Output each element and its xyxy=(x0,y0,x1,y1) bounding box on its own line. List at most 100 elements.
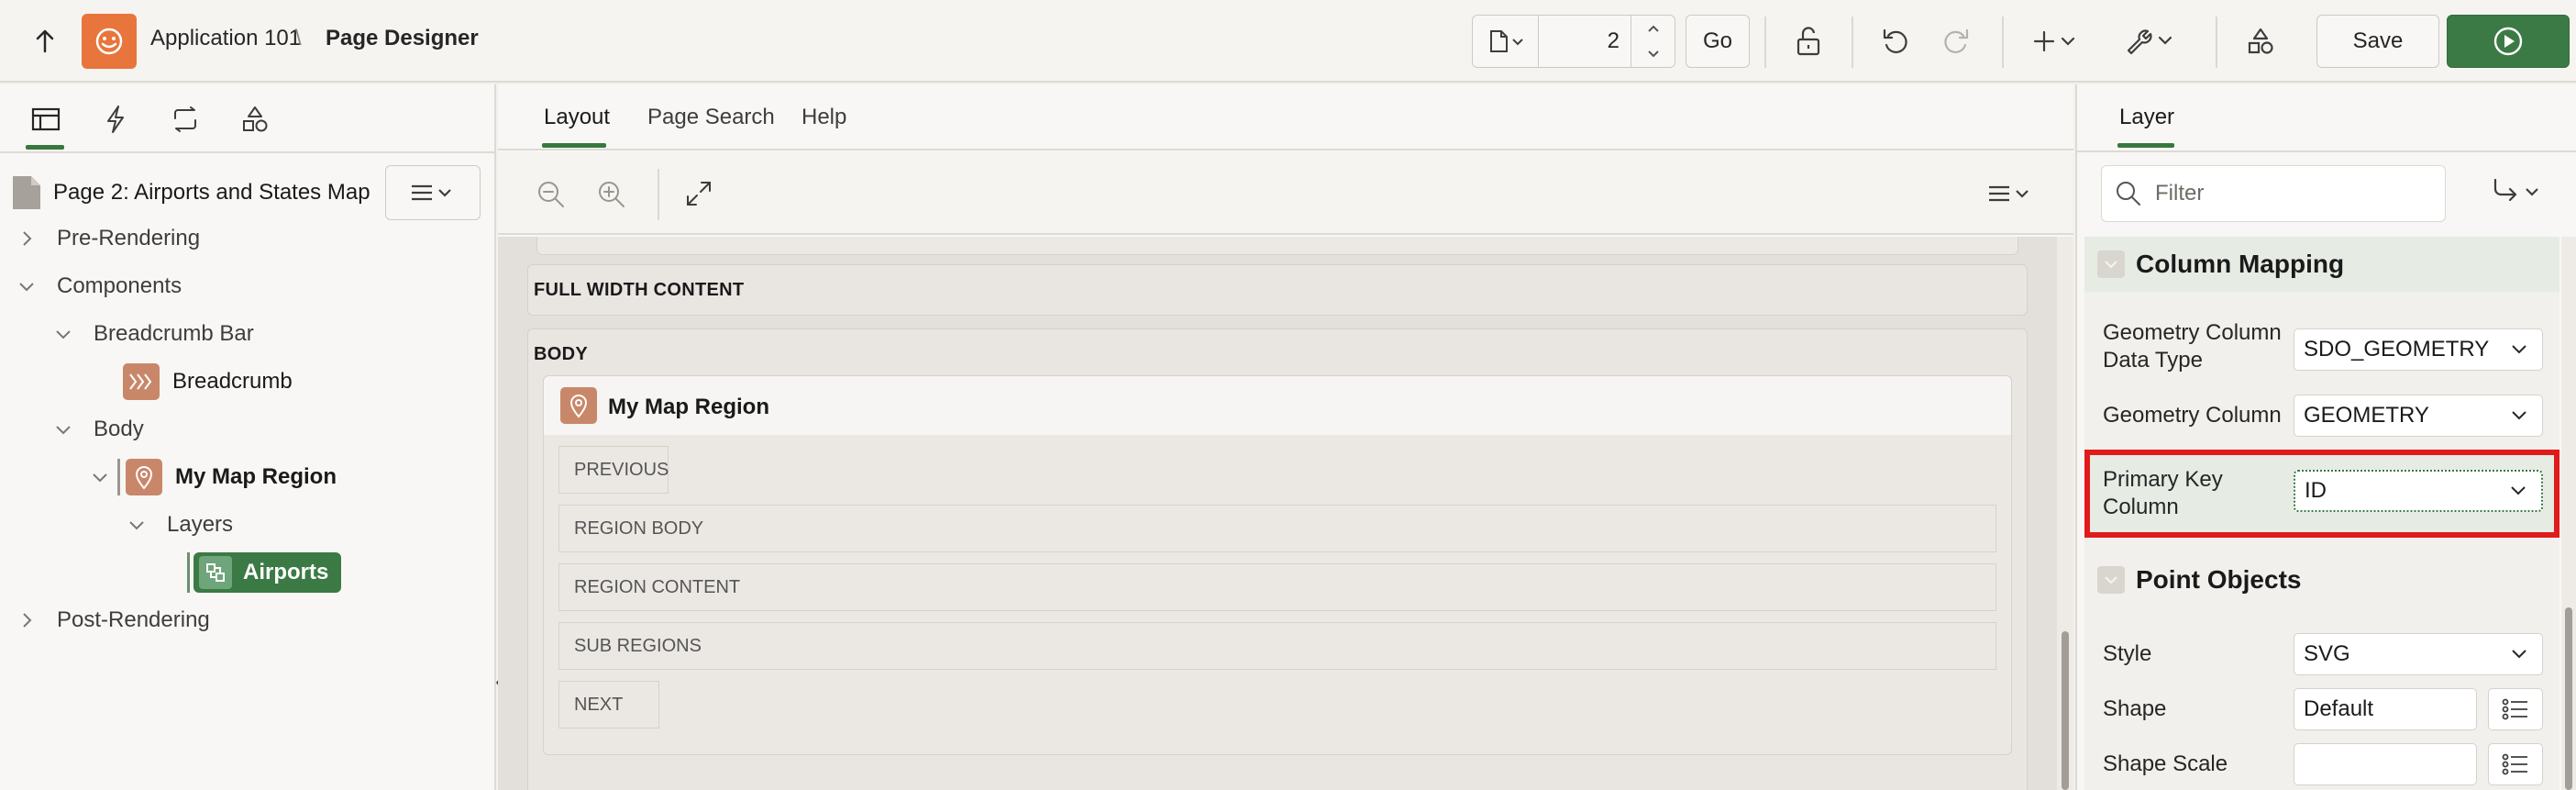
tree-node-components[interactable]: Components xyxy=(0,262,182,310)
zoom-in-icon[interactable] xyxy=(597,180,626,209)
chevron-down-icon xyxy=(15,274,39,298)
processing-tab-icon[interactable] xyxy=(165,101,205,138)
map-region-box[interactable]: My Map Region PREVIOUS REGION BODY REGIO… xyxy=(543,375,2012,755)
chevron-down-icon xyxy=(88,465,112,489)
dynamic-actions-tab-icon[interactable] xyxy=(97,101,134,138)
zoom-out-icon[interactable] xyxy=(536,180,566,209)
tree-node-breadcrumb-bar[interactable]: Breadcrumb Bar xyxy=(0,310,254,358)
select-value: ID xyxy=(2305,478,2327,503)
layout-menu-icon[interactable] xyxy=(1987,184,2033,204)
center-tab-bar: Layout Page Search Help xyxy=(498,84,2073,150)
region-header: My Map Region xyxy=(544,376,2011,435)
properties-scrollbar[interactable] xyxy=(2561,237,2576,790)
divider xyxy=(1764,17,1766,68)
chevron-up-icon xyxy=(1647,25,1659,32)
tree-node-post-rendering[interactable]: Post-Rendering xyxy=(0,596,210,644)
app-logo-icon[interactable] xyxy=(82,14,137,69)
collapse-chevron-icon[interactable] xyxy=(2097,250,2125,278)
page-type-dropdown[interactable] xyxy=(1473,16,1539,67)
prop-label-geometry-column: Geometry Column xyxy=(2103,403,2282,428)
slot-previous[interactable]: PREVIOUS xyxy=(558,446,669,494)
body-section[interactable]: BODY My Map Region PREVIOUS REGION BODY … xyxy=(527,328,2028,790)
up-arrow-icon[interactable] xyxy=(22,15,68,68)
undo-icon[interactable] xyxy=(1873,15,1918,68)
tree-node-breadcrumb[interactable]: Breadcrumb xyxy=(0,358,293,406)
tab-layer[interactable]: Layer xyxy=(2119,105,2174,130)
shape-list-button[interactable] xyxy=(2488,688,2543,730)
select-style[interactable]: SVG xyxy=(2294,633,2543,675)
map-layer-icon xyxy=(199,556,232,589)
tree-menu-button[interactable] xyxy=(385,165,481,220)
region-title: My Map Region xyxy=(608,395,770,419)
search-icon xyxy=(2117,182,2140,206)
save-button[interactable]: Save xyxy=(2316,15,2439,68)
tree-node-my-map-region[interactable]: My Map Region xyxy=(0,453,337,501)
prop-label-primary-key: Primary Key Column xyxy=(2103,467,2223,519)
property-editor-pane: Layer Filter Column Mapping Geometry Col… xyxy=(2075,84,2576,790)
select-geometry-type[interactable]: SDO_GEOMETRY xyxy=(2294,328,2543,371)
page-node-label[interactable]: Page 2: Airports and States Map xyxy=(53,180,370,206)
filter-input[interactable]: Filter xyxy=(2101,165,2446,222)
chevron-down-icon xyxy=(2512,650,2526,659)
run-page-button[interactable] xyxy=(2447,15,2570,68)
shared-components-icon[interactable] xyxy=(2238,15,2283,68)
expand-icon[interactable] xyxy=(685,180,713,207)
tab-page-search[interactable]: Page Search xyxy=(647,105,775,130)
active-tab-indicator xyxy=(2117,143,2174,148)
center-pane: Layout Page Search Help FULL WIDTH CONTE… xyxy=(498,84,2084,790)
tree-node-pre-rendering[interactable]: Pre-Rendering xyxy=(0,215,200,262)
highlight-primary-key: Primary Key Column ID xyxy=(2084,450,2559,538)
go-button[interactable]: Go xyxy=(1686,15,1750,68)
shape-scale-list-button[interactable] xyxy=(2488,743,2543,785)
select-primary-key[interactable]: ID xyxy=(2294,470,2543,512)
select-geometry-column[interactable]: GEOMETRY xyxy=(2294,395,2543,437)
utilities-wrench-icon[interactable] xyxy=(2118,15,2183,68)
create-menu-icon[interactable] xyxy=(2029,15,2084,68)
group-header-point-objects[interactable]: Point Objects xyxy=(2084,552,2559,607)
tree-guide xyxy=(117,459,120,495)
tree-node-label: Breadcrumb Bar xyxy=(94,321,254,346)
chevron-down-icon xyxy=(51,417,75,441)
divider xyxy=(658,169,659,220)
shape-input[interactable]: Default xyxy=(2294,688,2477,730)
collapse-chevron-icon[interactable] xyxy=(2097,566,2125,594)
unlock-icon[interactable] xyxy=(1786,15,1832,68)
tab-layout[interactable]: Layout xyxy=(544,105,610,130)
map-pin-icon xyxy=(560,387,597,424)
tree-node-body[interactable]: Body xyxy=(0,406,144,453)
canvas-scrollbar[interactable] xyxy=(2057,237,2073,790)
scrollbar-thumb[interactable] xyxy=(2062,631,2069,790)
page-selector[interactable]: 2 xyxy=(1472,15,1675,68)
breadcrumb-app-name[interactable]: Application 101 xyxy=(150,26,301,51)
layout-toolbar xyxy=(498,152,2073,235)
go-to-group-icon[interactable] xyxy=(2492,176,2545,207)
divider xyxy=(2216,17,2217,68)
rendering-tab-icon[interactable] xyxy=(28,101,64,138)
full-width-content-section[interactable]: FULL WIDTH CONTENT xyxy=(527,264,2028,316)
divider xyxy=(1852,17,1853,68)
breadcrumb-separator: \ xyxy=(295,26,302,50)
chevron-right-icon xyxy=(15,608,39,632)
page-shared-components-tab-icon[interactable] xyxy=(235,101,275,138)
tree-node-selected[interactable]: Airports xyxy=(193,552,342,593)
shape-scale-input[interactable] xyxy=(2294,743,2477,785)
layout-canvas: FULL WIDTH CONTENT BODY My Map Region PR… xyxy=(498,237,2057,790)
page-title: Page Designer xyxy=(326,26,479,50)
page-number-input[interactable]: 2 xyxy=(1539,28,1631,54)
page-stepper[interactable] xyxy=(1631,16,1675,67)
group-header-column-mapping[interactable]: Column Mapping xyxy=(2084,237,2559,292)
chevron-down-icon xyxy=(1647,50,1659,58)
redo-icon[interactable] xyxy=(1933,15,1979,68)
slot-region-body[interactable]: REGION BODY xyxy=(558,505,1996,552)
active-tab-indicator xyxy=(26,145,64,150)
map-pin-icon xyxy=(126,459,162,495)
tree-node-layers[interactable]: Layers xyxy=(0,501,233,549)
tree-node-label: Post-Rendering xyxy=(57,607,210,632)
tab-help[interactable]: Help xyxy=(802,105,846,130)
scrollbar-thumb[interactable] xyxy=(2565,607,2572,790)
slot-next[interactable]: NEXT xyxy=(558,681,659,729)
tree-node-airports[interactable]: Airports xyxy=(0,549,342,596)
slot-sub-regions[interactable]: SUB REGIONS xyxy=(558,622,1996,670)
chevron-down-icon xyxy=(2511,486,2526,495)
slot-region-content[interactable]: REGION CONTENT xyxy=(558,563,1996,611)
